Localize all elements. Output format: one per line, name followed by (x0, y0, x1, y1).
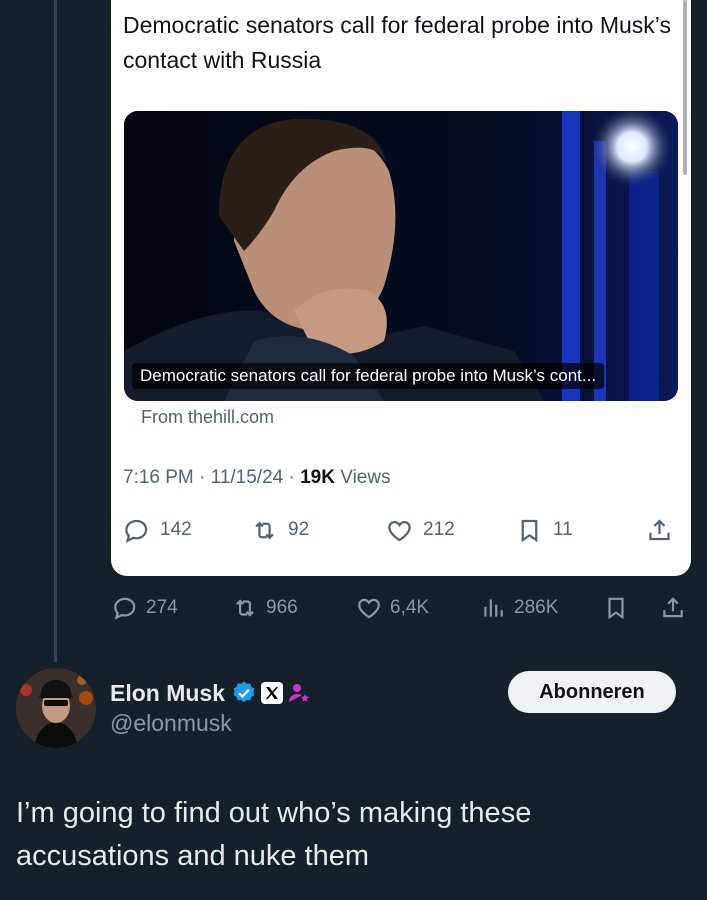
avatar-photo (16, 668, 96, 748)
author-handle[interactable]: @elonmusk (110, 710, 232, 737)
repost-count: 92 (288, 519, 310, 540)
like-icon (358, 598, 380, 619)
views-count: 286K (514, 597, 559, 618)
affiliate-icon[interactable] (287, 681, 311, 705)
repost-icon (236, 599, 254, 617)
repost-icon (255, 521, 274, 539)
tweet-text: I’m going to find out who’s making these… (16, 797, 532, 872)
x-logo-icon[interactable] (261, 682, 284, 704)
share-button[interactable] (660, 588, 694, 628)
link-source[interactable]: From thehill.com (141, 407, 274, 428)
tweet-action-bar: 274 966 6,4K 286K (0, 588, 707, 628)
like-button[interactable]: 212 (386, 510, 455, 550)
bookmark-icon (521, 519, 538, 542)
bookmark-icon (608, 597, 624, 620)
reply-count: 274 (146, 597, 178, 618)
reply-button[interactable]: 274 (112, 588, 178, 628)
tweet-meta: 7:16 PM · 11/15/24 · 19K Views (123, 467, 391, 489)
share-icon (663, 597, 683, 618)
meta-separator: · (288, 467, 295, 488)
quoted-tweet-card[interactable]: Democratic senators call for federal pro… (111, 0, 691, 576)
reply-count: 142 (160, 519, 192, 540)
x-logo-glyph (266, 686, 279, 700)
reply-button[interactable]: 142 (123, 510, 192, 550)
media-caption: Democratic senators call for federal pro… (132, 363, 605, 389)
share-button[interactable] (646, 510, 683, 550)
link-preview-media[interactable]: Democratic senators call for federal pro… (124, 111, 678, 401)
scroll-indicator[interactable] (683, 0, 687, 175)
views-count: 19K (300, 467, 335, 488)
subscribe-button[interactable]: Abonneren (508, 671, 676, 713)
like-icon (388, 520, 411, 541)
thread-line (54, 0, 57, 662)
tweet-date[interactable]: 11/15/24 (211, 467, 284, 488)
quoted-action-bar: 142 92 212 11 (111, 510, 691, 550)
views-label: Views (340, 467, 391, 488)
views-icon (484, 599, 503, 617)
bookmark-count: 11 (553, 519, 573, 540)
like-button[interactable]: 6,4K (356, 588, 429, 628)
article-photo (124, 111, 678, 401)
views-button[interactable]: 286K (480, 588, 558, 628)
repost-button[interactable]: 92 (251, 510, 309, 550)
author-name-row: Elon Musk (110, 676, 311, 710)
like-count: 6,4K (390, 597, 430, 618)
reply-icon (114, 597, 136, 620)
avatar[interactable] (16, 668, 96, 748)
bookmark-button[interactable] (603, 588, 637, 628)
share-icon (649, 518, 670, 540)
author-name[interactable]: Elon Musk (110, 680, 225, 707)
reply-icon (125, 519, 148, 543)
meta-separator: · (199, 467, 206, 488)
repost-button[interactable]: 966 (232, 588, 298, 628)
bookmark-button[interactable]: 11 (516, 510, 573, 550)
like-count: 212 (423, 519, 455, 540)
tweet-time[interactable]: 7:16 PM (123, 467, 194, 488)
verified-badge-icon[interactable] (231, 680, 257, 706)
quoted-headline[interactable]: Democratic senators call for federal pro… (123, 8, 673, 78)
repost-count: 966 (266, 597, 298, 618)
